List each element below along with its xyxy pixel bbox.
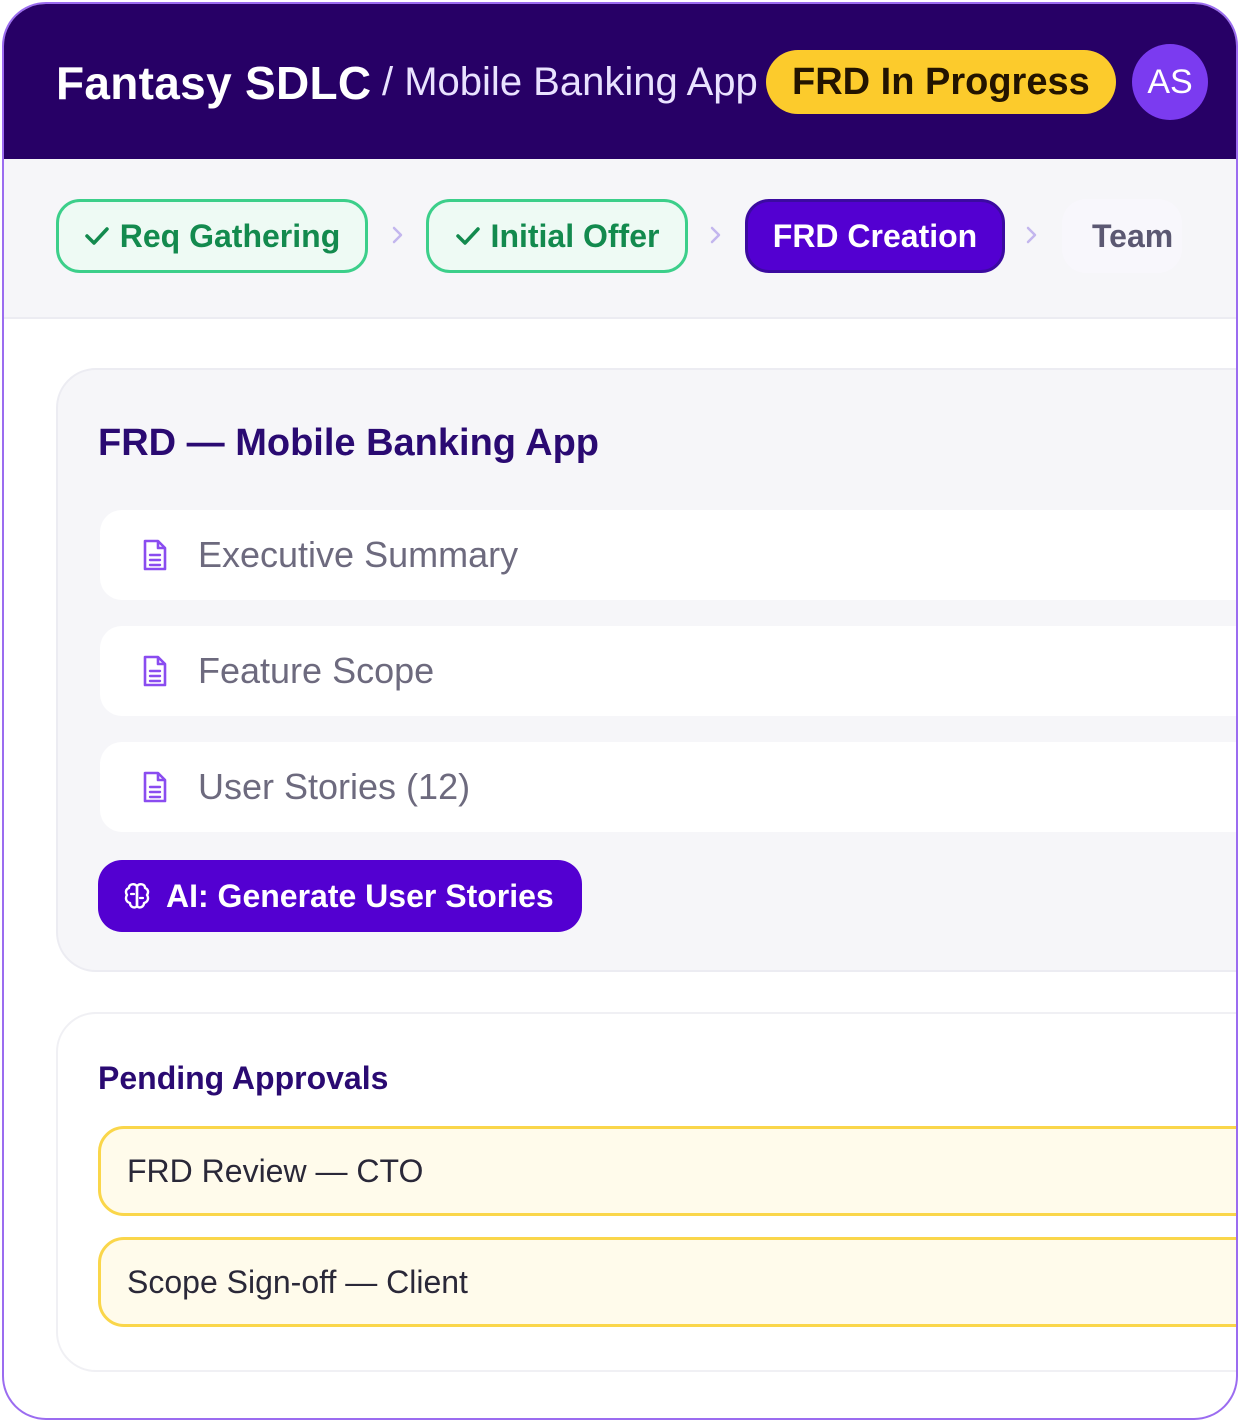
frd-section-feature-scope[interactable]: Feature Scope [100,626,1236,716]
frd-section-user-stories[interactable]: User Stories (12) [100,742,1236,832]
document-icon [143,655,167,687]
app-window: Fantasy SDLC / Mobile Banking App FRD In… [2,2,1238,1420]
approval-item-scope-signoff[interactable]: Scope Sign-off — Client [98,1237,1236,1327]
chevron-right-icon [1026,226,1037,244]
pending-approvals-card: Pending Approvals FRD Review — CTO Scope… [56,1012,1236,1372]
chevron-right-icon [710,226,721,244]
step-label: Req Gathering [119,217,341,254]
status-badge: FRD In Progress [766,50,1116,114]
user-avatar[interactable]: AS [1132,44,1208,120]
frd-section-executive-summary[interactable]: Executive Summary [100,510,1236,600]
phase-stepper: Req Gathering Initial Offer FRD Creation… [4,159,1236,319]
approvals-title: Pending Approvals [98,1060,389,1096]
approval-label: FRD Review — CTO [127,1152,424,1189]
frd-section-label: User Stories (12) [198,766,471,807]
frd-section-label: Feature Scope [198,650,435,691]
step-initial-offer[interactable]: Initial Offer [426,199,688,273]
breadcrumb-project[interactable]: / Mobile Banking App [382,60,758,105]
check-icon [455,227,480,245]
frd-section-label: Executive Summary [198,534,519,575]
approval-item-frd-review[interactable]: FRD Review — CTO [98,1126,1236,1216]
ai-generate-user-stories-button[interactable]: AI: Generate User Stories [98,860,582,932]
approval-label: Scope Sign-off — Client [127,1263,468,1300]
document-icon [143,539,167,571]
chevron-right-icon [392,226,403,244]
step-req-gathering[interactable]: Req Gathering [56,199,368,273]
step-team[interactable]: Team [1062,199,1182,273]
check-icon [85,227,109,245]
document-icon [143,771,167,803]
top-header: Fantasy SDLC / Mobile Banking App FRD In… [4,4,1236,159]
brain-icon [124,883,150,909]
frd-card: FRD — Mobile Banking App Executive Summa… [56,368,1236,972]
ai-button-label: AI: Generate User Stories [166,877,554,914]
step-label: Team [1092,217,1174,254]
step-label: Initial Offer [490,217,660,254]
step-label: FRD Creation [772,217,978,254]
frd-title: FRD — Mobile Banking App [98,422,600,464]
brand-title: Fantasy SDLC [56,57,372,109]
step-frd-creation[interactable]: FRD Creation [745,199,1005,273]
